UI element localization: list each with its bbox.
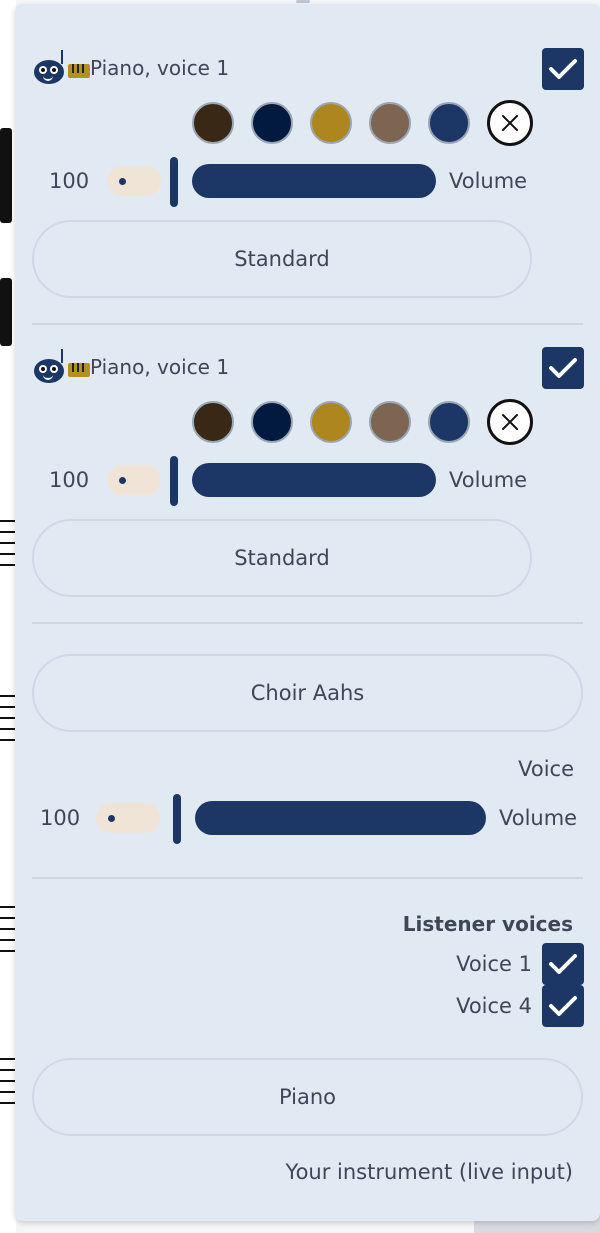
voice-volume-slider-handle[interactable] [173, 794, 181, 844]
color-swatch-dark-brown[interactable] [192, 401, 234, 443]
voices-panel: Piano, voice 1 100 Volume Standard Piano… [15, 4, 600, 1221]
piano-keys-icon [68, 363, 90, 377]
voice-name: Piano, voice 1 [90, 56, 230, 80]
music-note-icon [61, 50, 63, 64]
voice-volume-label: Volume [499, 806, 578, 830]
sound-style-button[interactable]: Standard [32, 519, 532, 597]
voice-enabled-checkbox[interactable] [542, 347, 584, 389]
mascot-icon [34, 359, 64, 383]
volume-slider-handle[interactable] [170, 157, 178, 207]
color-swatch-gold[interactable] [310, 102, 352, 144]
color-swatch-navy[interactable] [251, 401, 293, 443]
clear-color-button[interactable] [487, 399, 533, 445]
color-swatch-blue[interactable] [428, 102, 470, 144]
staff-lines [0, 695, 16, 750]
listener-voice-4-checkbox[interactable] [542, 985, 584, 1027]
color-swatch-dark-brown[interactable] [192, 102, 234, 144]
divider [32, 622, 583, 624]
color-swatch-navy[interactable] [251, 102, 293, 144]
checkmark-icon [549, 358, 577, 378]
sound-style-button[interactable]: Standard [32, 220, 532, 298]
volume-slider-track[interactable] [192, 164, 436, 198]
live-input-label: Your instrument (live input) [285, 1160, 573, 1184]
staff-lines [0, 1058, 16, 1113]
voice-instrument-button[interactable]: Choir Aahs [32, 654, 583, 732]
voice-volume-pill[interactable] [96, 803, 160, 833]
voice-name: Piano, voice 1 [90, 355, 230, 379]
checkmark-icon [549, 59, 577, 79]
volume-slider-handle[interactable] [170, 456, 178, 506]
volume-label: Volume [449, 169, 528, 193]
listener-voice-label: Voice 4 [456, 994, 532, 1018]
close-icon [502, 115, 518, 131]
live-input-instrument-button[interactable]: Piano [32, 1058, 583, 1136]
color-swatch-taupe[interactable] [369, 102, 411, 144]
staff-lines [0, 906, 16, 961]
volume-value-pill[interactable] [107, 465, 161, 495]
listener-voice-label: Voice 1 [456, 952, 532, 976]
clear-color-button[interactable] [487, 100, 533, 146]
music-note-mark [0, 278, 12, 346]
checkmark-icon [549, 954, 577, 974]
music-note-icon [61, 349, 63, 363]
voice-enabled-checkbox[interactable] [542, 48, 584, 90]
music-clef-mark [0, 128, 12, 223]
divider [32, 877, 583, 879]
color-swatch-gold[interactable] [310, 401, 352, 443]
voice-row: Piano, voice 1 100 Volume Standard [15, 4, 600, 324]
voice-volume-value: 100 [40, 806, 81, 830]
voice-volume-slider-track[interactable] [195, 801, 486, 835]
color-swatch-blue[interactable] [428, 401, 470, 443]
volume-label: Volume [449, 468, 528, 492]
piano-keys-icon [68, 64, 90, 78]
volume-value-pill[interactable] [107, 166, 161, 196]
voice-section-label: Voice [518, 757, 574, 781]
close-icon [502, 414, 518, 430]
voice-row: Piano, voice 1 100 Volume Standard [15, 303, 600, 623]
mascot-icon [34, 60, 64, 84]
volume-slider-track[interactable] [192, 463, 436, 497]
volume-value: 100 [49, 169, 90, 193]
listener-voices-heading: Listener voices [402, 912, 573, 936]
drag-handle[interactable] [296, 0, 310, 3]
staff-lines [0, 520, 16, 575]
listener-voice-1-checkbox[interactable] [542, 943, 584, 985]
checkmark-icon [549, 996, 577, 1016]
volume-value: 100 [49, 468, 90, 492]
color-swatch-taupe[interactable] [369, 401, 411, 443]
